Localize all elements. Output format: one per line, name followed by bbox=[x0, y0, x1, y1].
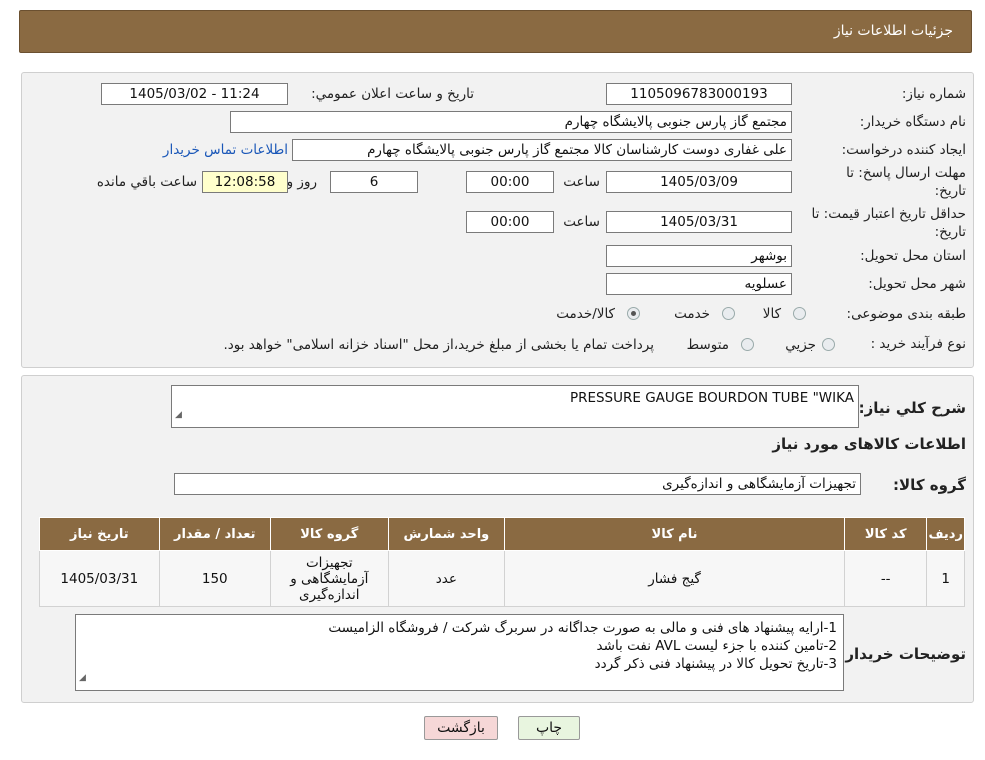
category-radio-goods[interactable] bbox=[793, 307, 806, 320]
buyer-org-label: نام دستگاه خریدار: bbox=[859, 114, 966, 130]
col-need-date: تاریخ نیاز bbox=[39, 517, 160, 551]
city-field: عسلويه bbox=[606, 273, 792, 295]
deadline-time-field: 00:00 bbox=[466, 171, 554, 193]
cell-quantity: 150 bbox=[158, 550, 271, 607]
category-radio-goods-service[interactable] bbox=[627, 307, 640, 320]
process-radio-minor[interactable] bbox=[822, 338, 835, 351]
category-option-goods-service: کالا/خدمت bbox=[556, 306, 615, 322]
need-number-field: 1105096783000193 bbox=[606, 83, 792, 105]
col-item-code: کد کالا bbox=[843, 517, 928, 551]
deadline-label: مهلت ارسال پاسخ: تا bbox=[846, 165, 966, 181]
description-label: شرح كلي نياز: bbox=[858, 399, 966, 417]
cell-row-number: 1 bbox=[926, 550, 965, 607]
notes-resize-handle-icon[interactable]: ◢ bbox=[79, 668, 86, 688]
validity-time-field: 00:00 bbox=[466, 211, 554, 233]
category-radio-service[interactable] bbox=[722, 307, 735, 320]
group-field: تجهیزات آزمایشگاهی و اندازه‌گیری bbox=[174, 473, 861, 495]
deadline-date-field: 1405/03/09 bbox=[606, 171, 792, 193]
announce-label: تاریخ و ساعت اعلان عمومي: bbox=[311, 86, 474, 102]
province-label: استان محل تحویل: bbox=[860, 248, 966, 264]
remaining-time-field: 12:08:58 bbox=[202, 171, 288, 193]
category-option-goods: کالا bbox=[762, 306, 781, 322]
description-text: PRESSURE GAUGE BOURDON TUBE "WIKA bbox=[569, 390, 854, 406]
validity-time-label: ساعت bbox=[563, 214, 600, 230]
table-header-row: تاریخ نیاز تعداد / مقدار گروه کالا واحد … bbox=[39, 517, 965, 551]
buyer-org-field: مجتمع گاز پارس جنوبی پالایشگاه چهارم bbox=[230, 111, 792, 133]
deadline-time-label: ساعت bbox=[563, 174, 600, 190]
days-field: 6 bbox=[330, 171, 418, 193]
contact-info-link[interactable]: اطلاعات تماس خریدار bbox=[163, 142, 288, 158]
deadline-label-2: تاریخ: bbox=[934, 183, 966, 199]
notes-field: 1-ارایه پیشنهاد های فنی و مالی به صورت ج… bbox=[75, 614, 844, 691]
notes-line-3: 3-تاریخ تحویل کالا در پیشنهاد فنی ذکر گر… bbox=[594, 656, 837, 672]
col-group: گروه کالا bbox=[269, 517, 389, 551]
table-row[interactable]: 1405/03/31 150 تجهیزات آزمایشگاهی و اندا… bbox=[39, 550, 965, 607]
page-title: جزئیات اطلاعات نیاز bbox=[833, 23, 953, 39]
cell-need-date: 1405/03/31 bbox=[39, 550, 160, 607]
announce-date-field: 1405/03/02 - 11:24 bbox=[101, 83, 288, 105]
resize-handle-icon[interactable]: ◢ bbox=[175, 405, 182, 425]
process-label: نوع فرآیند خرید : bbox=[870, 336, 966, 352]
category-option-service: خدمت bbox=[674, 306, 710, 322]
page-header: جزئیات اطلاعات نیاز bbox=[19, 10, 972, 53]
process-option-medium: متوسط bbox=[686, 337, 729, 353]
days-label: روز و bbox=[286, 174, 317, 190]
province-field: بوشهر bbox=[606, 245, 792, 267]
items-table: تاریخ نیاز تعداد / مقدار گروه کالا واحد … bbox=[39, 517, 965, 607]
cell-group: تجهیزات آزمایشگاهی و اندازه‌گیری bbox=[269, 550, 389, 607]
back-button[interactable]: بازگشت bbox=[424, 716, 498, 740]
group-label: گروه کالا: bbox=[893, 476, 966, 494]
col-item-name: نام کالا bbox=[504, 517, 845, 551]
city-label: شهر محل تحویل: bbox=[868, 276, 966, 292]
need-number-label: شماره نیاز: bbox=[901, 86, 966, 102]
cell-item-name: گیج فشار bbox=[504, 550, 845, 607]
process-note: پرداخت تمام یا بخشی از مبلغ خرید،از محل … bbox=[223, 337, 654, 353]
process-option-minor: جزیي bbox=[785, 337, 816, 353]
cell-unit: عدد bbox=[387, 550, 506, 607]
cell-item-code: -- bbox=[843, 550, 928, 607]
creator-label: ایجاد کننده درخواست: bbox=[841, 142, 966, 158]
col-quantity: تعداد / مقدار bbox=[158, 517, 271, 551]
validity-label-2: تاریخ: bbox=[934, 224, 966, 240]
print-button[interactable]: چاپ bbox=[518, 716, 580, 740]
validity-label: حداقل تاریخ اعتبار قیمت: تا bbox=[811, 206, 966, 222]
remaining-label: ساعت باقي مانده bbox=[96, 174, 197, 190]
notes-line-2: 2-تامین کننده با جزء لیست AVL نفت باشد bbox=[596, 638, 837, 654]
validity-date-field: 1405/03/31 bbox=[606, 211, 792, 233]
col-unit: واحد شمارش bbox=[387, 517, 506, 551]
notes-label: توضیحات خریدار: bbox=[839, 645, 966, 663]
process-radio-medium[interactable] bbox=[741, 338, 754, 351]
items-section-title: اطلاعات کالاهای مورد نیاز bbox=[772, 435, 966, 453]
creator-field: علی غفاری دوست کارشناسان کالا مجتمع گاز … bbox=[292, 139, 792, 161]
col-row-number: ردیف bbox=[926, 517, 965, 551]
description-field: PRESSURE GAUGE BOURDON TUBE "WIKA ◢ bbox=[171, 385, 859, 428]
notes-line-1: 1-ارایه پیشنهاد های فنی و مالی به صورت ج… bbox=[328, 620, 837, 636]
category-label: طبقه بندی موضوعی: bbox=[846, 306, 966, 322]
